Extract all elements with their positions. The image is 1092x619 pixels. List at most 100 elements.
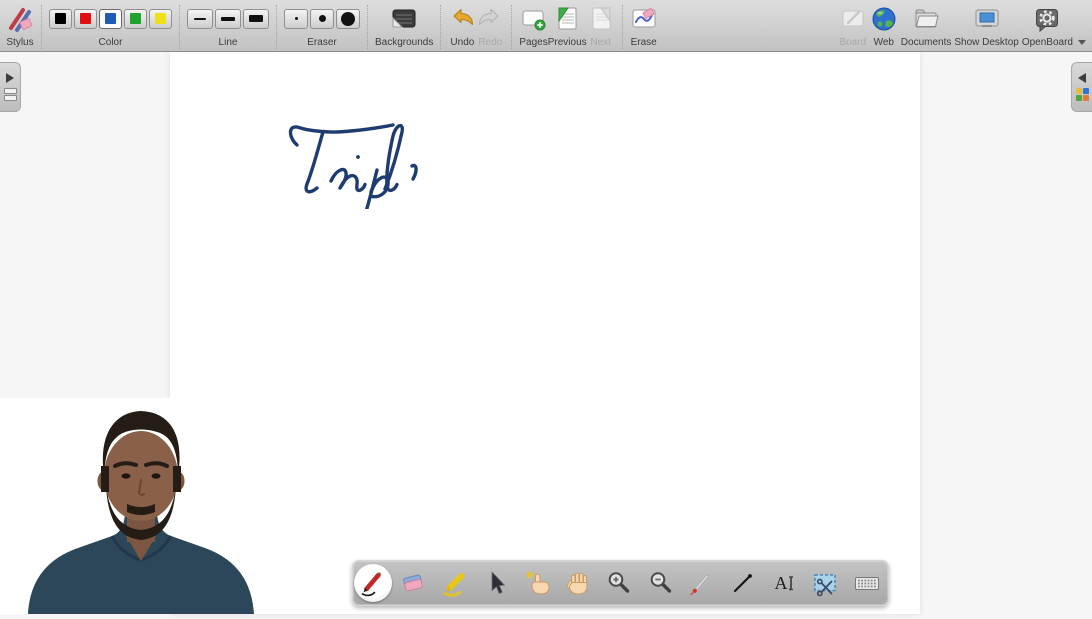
line-medium-button[interactable] (215, 9, 241, 29)
openboard-menu-button[interactable]: OpenBoard (1022, 3, 1073, 51)
handwriting-stroke-tripl (285, 114, 435, 209)
left-library-tab-toggle[interactable] (0, 62, 21, 112)
eraser-group: Eraser (284, 3, 360, 51)
pages-icon (520, 3, 548, 34)
tool-interact-button[interactable] (517, 563, 557, 603)
eraser-small-button[interactable] (284, 9, 308, 29)
open-hand-icon (563, 568, 593, 598)
svg-text:A: A (775, 573, 788, 593)
pointing-hand-icon (522, 568, 552, 598)
next-page-label: Next (590, 37, 611, 48)
tool-capture-button[interactable] (805, 563, 845, 603)
pages-button[interactable]: Pages (519, 3, 547, 51)
toolbar-separator (440, 5, 441, 49)
tool-pen-button[interactable] (354, 564, 392, 602)
eraser-label: Eraser (307, 37, 336, 48)
bottom-tool-dock: A (352, 560, 889, 606)
previous-page-icon (553, 3, 581, 34)
documents-label: Documents (901, 37, 952, 48)
previous-page-button[interactable]: Previous (548, 3, 587, 51)
tool-zoom-out-button[interactable] (641, 563, 681, 603)
toolbar-separator (511, 5, 512, 49)
tool-selector-button[interactable] (476, 563, 516, 603)
top-toolbar: Stylus Color Line Eraser (0, 0, 1092, 52)
tool-eraser-button[interactable] (393, 563, 433, 603)
previous-page-label: Previous (548, 37, 587, 48)
stylus-icon (6, 3, 34, 34)
color-swatch-blue[interactable] (99, 9, 122, 29)
laser-pointer-icon (687, 568, 717, 598)
toolbar-right-cluster: Board Web Docu (839, 3, 1086, 51)
redo-button[interactable]: Redo (476, 3, 504, 51)
backgrounds-button[interactable]: Backgrounds (375, 3, 433, 51)
redo-label: Redo (478, 37, 502, 48)
documents-button[interactable]: Documents (901, 3, 952, 51)
next-page-icon (587, 3, 615, 34)
tool-virtual-keyboard-button[interactable] (847, 563, 887, 603)
stylus-button[interactable]: Stylus (6, 3, 34, 51)
pages-stack-icon (4, 88, 17, 101)
expand-right-icon (6, 73, 14, 83)
openboard-gear-icon (1033, 3, 1061, 34)
color-swatch-black[interactable] (49, 9, 72, 29)
erase-label: Erase (631, 37, 657, 48)
line-thin-button[interactable] (187, 9, 213, 29)
color-swatch-red[interactable] (74, 9, 97, 29)
pen-icon (358, 568, 388, 598)
web-globe-icon (870, 3, 898, 34)
tool-line-button[interactable] (723, 563, 763, 603)
undo-button[interactable]: Undo (448, 3, 476, 51)
presenter-portrait (0, 398, 284, 614)
line-group: Line (187, 3, 269, 51)
show-desktop-button[interactable]: Show Desktop (954, 3, 1018, 51)
backgrounds-label: Backgrounds (375, 37, 433, 48)
pages-label: Pages (519, 37, 547, 48)
openboard-label: OpenBoard (1022, 37, 1073, 48)
toolbar-separator (622, 5, 623, 49)
toolbar-separator (179, 5, 180, 49)
color-group: Color (49, 3, 172, 51)
toolbar-separator (276, 5, 277, 49)
right-library-tab-toggle[interactable] (1071, 62, 1092, 112)
eraser-medium-button[interactable] (310, 9, 334, 29)
eraser-large-button[interactable] (336, 9, 360, 29)
color-swatch-green[interactable] (124, 9, 147, 29)
line-icon (728, 568, 758, 598)
erase-button[interactable]: Erase (630, 3, 658, 51)
text-icon: A (769, 568, 799, 598)
tool-text-button[interactable]: A (764, 563, 804, 603)
line-thick-button[interactable] (243, 9, 269, 29)
capture-scissors-icon (810, 568, 840, 598)
web-label: Web (874, 37, 894, 48)
eraser-icon (398, 568, 428, 598)
erase-icon (630, 3, 658, 34)
zoom-out-icon (646, 568, 676, 598)
backgrounds-icon (390, 3, 418, 34)
board-label: Board (839, 37, 866, 48)
arrow-cursor-icon (481, 568, 511, 598)
toolbar-separator (41, 5, 42, 49)
line-label: Line (219, 37, 238, 48)
highlighter-icon (440, 568, 470, 598)
keyboard-icon (852, 568, 882, 598)
tool-highlighter-button[interactable] (435, 563, 475, 603)
tool-laser-pointer-button[interactable] (682, 563, 722, 603)
toolbar-overflow-chevron-icon[interactable] (1078, 40, 1086, 45)
toolbar-separator (367, 5, 368, 49)
undo-icon (448, 3, 476, 34)
redo-icon (476, 3, 504, 34)
zoom-in-icon (604, 568, 634, 598)
web-button[interactable]: Web (870, 3, 898, 51)
tool-zoom-in-button[interactable] (599, 563, 639, 603)
tool-hand-button[interactable] (558, 563, 598, 603)
next-page-button[interactable]: Next (587, 3, 615, 51)
color-label: Color (99, 37, 123, 48)
stylus-label: Stylus (6, 37, 33, 48)
webcam-overlay (0, 398, 284, 614)
color-swatch-yellow[interactable] (149, 9, 172, 29)
media-library-icon (1076, 88, 1089, 101)
show-desktop-monitor-icon (973, 3, 1001, 34)
board-button[interactable]: Board (839, 3, 867, 51)
expand-left-icon (1078, 73, 1086, 83)
show-desktop-label: Show Desktop (954, 37, 1018, 48)
